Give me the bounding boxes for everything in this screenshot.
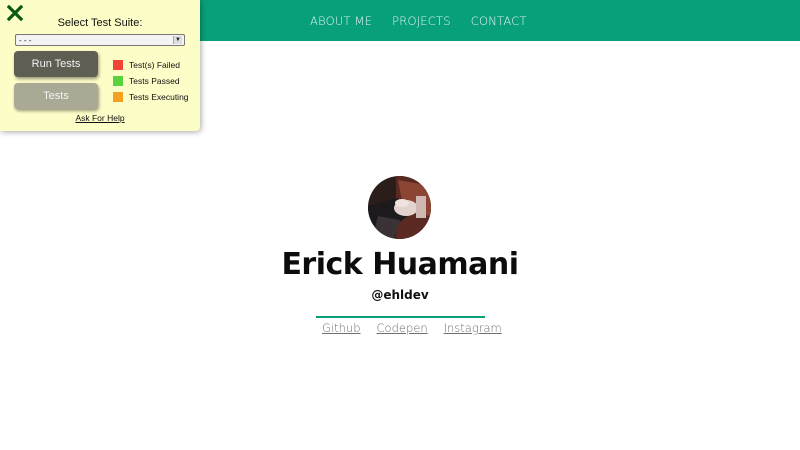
failed-swatch — [113, 60, 123, 70]
test-suite-select[interactable]: - - - ▼ — [15, 34, 185, 46]
executing-swatch — [113, 92, 123, 102]
test-legend: Test(s) Failed Tests Passed Tests Execut… — [113, 57, 189, 105]
legend-label: Tests Passed — [129, 76, 180, 86]
github-link[interactable]: Github — [322, 321, 361, 335]
tests-button[interactable]: Tests — [14, 83, 98, 109]
legend-label: Test(s) Failed — [129, 60, 181, 70]
nav-link-about[interactable]: ABOUT ME — [310, 14, 372, 28]
codepen-link[interactable]: Codepen — [377, 321, 428, 335]
passed-swatch — [113, 76, 123, 86]
nav-links: ABOUT ME PROJECTS CONTACT — [310, 14, 547, 28]
legend-item-passed: Tests Passed — [113, 73, 189, 89]
profile-handle: @ehldev — [371, 288, 429, 302]
avatar — [368, 176, 431, 239]
profile-name: Erick Huamani — [281, 247, 519, 282]
accent-divider — [316, 316, 485, 318]
select-value: - - - — [19, 36, 32, 45]
social-links: Github Codepen Instagram — [322, 321, 518, 335]
run-tests-button[interactable]: Run Tests — [14, 51, 98, 77]
avatar-photo — [368, 176, 431, 239]
chevron-down-icon: ▼ — [173, 36, 182, 44]
nav-link-contact[interactable]: CONTACT — [471, 14, 527, 28]
nav-link-projects[interactable]: PROJECTS — [392, 14, 451, 28]
test-suite-panel: Select Test Suite: - - - ▼ Run Tests Tes… — [0, 0, 200, 131]
legend-label: Tests Executing — [129, 92, 189, 102]
legend-item-executing: Tests Executing — [113, 89, 189, 105]
instagram-link[interactable]: Instagram — [444, 321, 502, 335]
test-suite-title: Select Test Suite: — [57, 17, 143, 29]
legend-item-failed: Test(s) Failed — [113, 57, 189, 73]
ask-for-help-link[interactable]: Ask For Help — [0, 113, 200, 123]
